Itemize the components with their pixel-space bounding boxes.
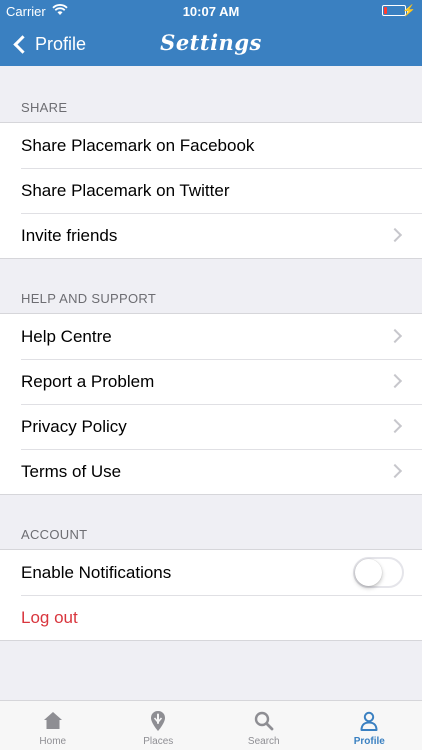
row-label: Report a Problem <box>21 371 155 391</box>
row-label: Help Centre <box>21 326 112 346</box>
chevron-right-icon <box>387 418 403 434</box>
toggle-knob <box>355 559 382 586</box>
terms-of-use-row[interactable]: Terms of Use <box>0 449 422 494</box>
tab-places[interactable]: Places <box>106 701 212 750</box>
share-facebook-row[interactable]: Share Placemark on Facebook <box>0 123 422 168</box>
section-header-share: SHARE <box>21 100 68 115</box>
status-time: 10:07 AM <box>182 4 240 19</box>
report-problem-row[interactable]: Report a Problem <box>0 359 422 404</box>
enable-notifications-row: Enable Notifications <box>0 550 422 595</box>
share-group: Share Placemark on Facebook Share Placem… <box>0 122 422 259</box>
home-icon <box>43 712 62 729</box>
page-title: Settings <box>160 30 262 55</box>
share-twitter-row[interactable]: Share Placemark on Twitter <box>0 168 422 213</box>
tab-label: Search <box>247 736 280 747</box>
chevron-right-icon <box>387 328 403 344</box>
chevron-right-icon <box>387 463 403 479</box>
tab-profile[interactable]: Profile <box>317 701 422 750</box>
search-icon <box>254 711 274 731</box>
logout-row[interactable]: Log out <box>0 595 422 640</box>
settings-content[interactable]: SHARE Share Placemark on Facebook Share … <box>0 66 422 700</box>
account-group: Enable Notifications Log out <box>0 549 422 641</box>
help-group: Help Centre Report a Problem Privacy Pol… <box>0 313 422 495</box>
invite-friends-row[interactable]: Invite friends <box>0 213 422 258</box>
status-bar: Carrier 10:07 AM ⚡ <box>0 0 422 22</box>
tab-bar: Home Places Search Profile <box>0 700 422 750</box>
tab-label: Profile <box>353 736 385 747</box>
tab-search[interactable]: Search <box>211 701 317 750</box>
privacy-policy-row[interactable]: Privacy Policy <box>0 404 422 449</box>
row-label: Invite friends <box>21 225 118 245</box>
notifications-toggle[interactable] <box>353 557 404 588</box>
logout-label: Log out <box>21 607 78 627</box>
places-pin-icon <box>151 711 166 731</box>
section-header-help: HELP AND SUPPORT <box>21 291 157 306</box>
row-label: Share Placemark on Twitter <box>21 180 230 200</box>
navigation-bar: Profile Settings <box>0 22 422 66</box>
row-label: Privacy Policy <box>21 416 127 436</box>
charging-icon: ⚡ <box>402 5 416 17</box>
chevron-right-icon <box>387 373 403 389</box>
battery-level <box>384 7 387 14</box>
chevron-right-icon <box>387 227 403 243</box>
section-header-account: ACCOUNT <box>21 527 88 542</box>
profile-icon <box>360 711 378 731</box>
row-label: Enable Notifications <box>21 562 172 582</box>
tab-label: Home <box>39 736 67 747</box>
tab-label: Places <box>143 736 174 747</box>
tab-home[interactable]: Home <box>0 701 106 750</box>
row-label: Share Placemark on Facebook <box>21 135 255 155</box>
help-centre-row[interactable]: Help Centre <box>0 314 422 359</box>
row-label: Terms of Use <box>21 461 122 481</box>
